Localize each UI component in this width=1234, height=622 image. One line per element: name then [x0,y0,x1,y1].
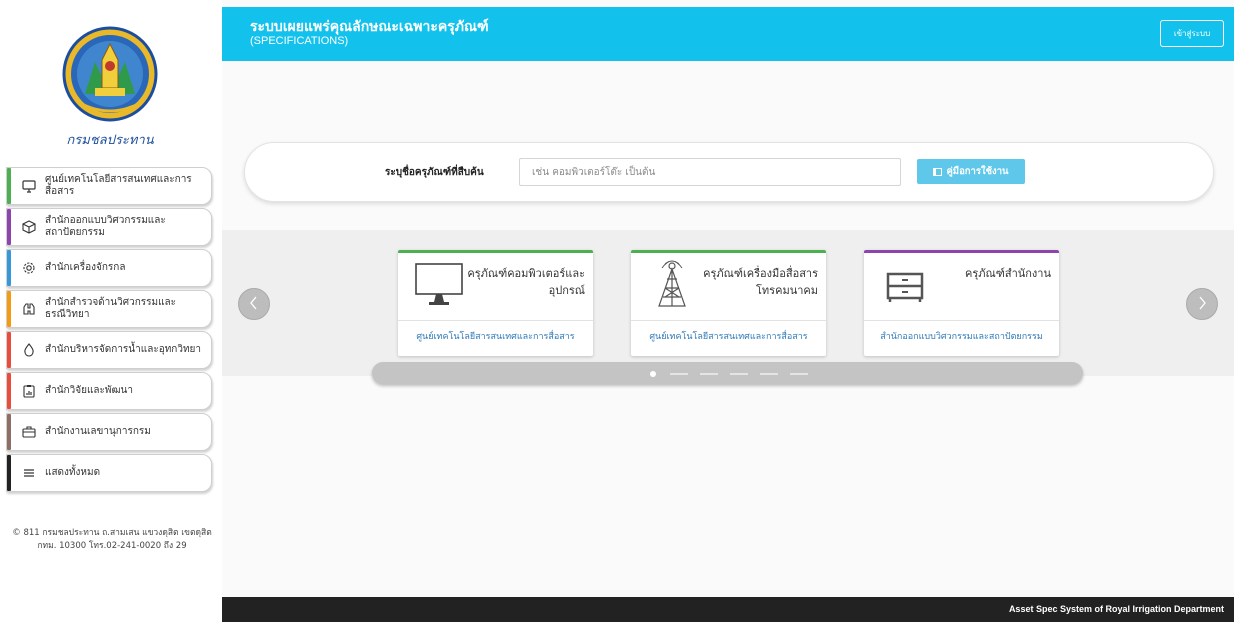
sidebar-item-accent [7,168,11,204]
sidebar-item-accent [7,373,11,409]
category-card-office[interactable]: ครุภัณฑ์สำนักงาน สำนักออกแบบวิศวกรรมและส… [864,250,1059,356]
card-divider [864,320,1059,321]
svg-text:กรมชลประทาน: กรมชลประทาน [66,133,154,148]
sidebar-item-secretariat[interactable]: สำนักงานเลขานุการกรม [6,413,212,451]
sidebar-item-label: สำนักวิจัยและพัฒนา [45,385,133,396]
computer-monitor-icon [412,260,466,310]
carousel-page-dash[interactable] [790,373,808,375]
clipboard-chart-icon [21,383,37,399]
search-input[interactable] [519,158,901,186]
sidebar-item-label: สำนักงานเลขานุการกรม [45,426,151,437]
sidebar-item-accent [7,332,11,368]
category-card-computer[interactable]: ครุภัณฑ์คอมพิวเตอร์และอุปกรณ์ ศูนย์เทคโน… [398,250,593,356]
card-title: ครุภัณฑ์เครื่องมือสื่อสารโทรคมนาคม [703,267,818,297]
manual-button[interactable]: คู่มือการใช้งาน [917,159,1025,184]
footer-text: Asset Spec System of Royal Irrigation De… [1008,604,1224,614]
carousel-prev-button[interactable] [238,288,270,320]
drawer-cabinet-icon [878,260,932,310]
page-title: ระบบเผยแพร่คุณลักษณะเฉพาะครุภัณฑ์ [250,18,489,34]
carousel-pagination [372,362,1083,384]
card-accent [631,250,826,253]
sidebar-item-label: แสดงทั้งหมด [45,467,101,478]
menu-icon [21,465,37,481]
sidebar-item-show-all[interactable]: แสดงทั้งหมด [6,454,212,492]
sidebar-item-label: สำนักเครื่องจักรกล [45,262,126,273]
carousel-next-button[interactable] [1186,288,1218,320]
sidebar-item-accent [7,291,11,327]
carousel-page-dash[interactable] [760,373,778,375]
card-accent [864,250,1059,253]
carousel-page-dot-active[interactable] [650,371,656,377]
card-divider [398,320,593,321]
sidebar-nav: ศูนย์เทคโนโลยีสารสนเทศและการสื่อสาร สำนั… [6,167,212,495]
sidebar-item-label: สำนักออกแบบวิศวกรรมและสถาปัตยกรรม [45,215,166,238]
card-divider [631,320,826,321]
sidebar-item-accent [7,455,11,491]
category-card-telecom[interactable]: ครุภัณฑ์เครื่องมือสื่อสารโทรคมนาคม ศูนย์… [631,250,826,356]
login-button[interactable]: เข้าสู่ระบบ [1160,20,1224,47]
manual-button-label: คู่มือการใช้งาน [946,166,1009,177]
page-subtitle: (SPECIFICATIONS) [250,35,349,47]
chevron-left-icon [248,295,260,314]
rid-logo[interactable]: กรมชลประทาน [50,22,170,152]
main-content: ระบบเผยแพร่คุณลักษณะเฉพาะครุภัณฑ์ (SPECI… [222,0,1234,622]
sidebar-item-machinery[interactable]: สำนักเครื่องจักรกล [6,249,212,287]
search-label: ระบุชื่อครุภัณฑ์ที่สืบค้น [385,167,484,178]
sidebar-item-accent [7,414,11,450]
book-icon [933,167,943,176]
search-panel: ระบุชื่อครุภัณฑ์ที่สืบค้น คู่มือการใช้งา… [244,142,1214,202]
footer-bar: Asset Spec System of Royal Irrigation De… [222,597,1234,622]
sidebar-item-label: สำนักสำรวจด้านวิศวกรรมและธรณีวิทยา [45,297,177,320]
binoculars-icon [21,301,37,317]
card-department-link[interactable]: สำนักออกแบบวิศวกรรมและสถาปัตยกรรม [864,329,1059,343]
address-line-2: กทม. 10300 โทร.02-241-0020 ถึง 29 [37,541,187,551]
card-title: ครุภัณฑ์คอมพิวเตอร์และอุปกรณ์ [467,267,585,297]
card-department-link[interactable]: ศูนย์เทคโนโลยีสารสนเทศและการสื่อสาร [631,329,826,343]
briefcase-icon [21,424,37,440]
sidebar-item-label: สำนักบริหารจัดการน้ำและอุทกวิทยา [45,344,202,355]
sidebar-item-ict[interactable]: ศูนย์เทคโนโลยีสารสนเทศและการสื่อสาร [6,167,212,205]
water-drop-icon [21,342,37,358]
sidebar: กรมชลประทาน ศูนย์เทคโนโลยีสารสนเทศและการ… [0,0,222,622]
sidebar-item-design[interactable]: สำนักออกแบบวิศวกรรมและสถาปัตยกรรม [6,208,212,246]
card-department-link[interactable]: ศูนย์เทคโนโลยีสารสนเทศและการสื่อสาร [398,329,593,343]
category-carousel: ครุภัณฑ์คอมพิวเตอร์และอุปกรณ์ ศูนย์เทคโน… [222,230,1234,384]
address-line-1: © 811 กรมชลประทาน ถ.สามเสน แขวงดุสิต เขต… [12,528,212,538]
cube-icon [21,219,37,235]
card-title: ครุภัณฑ์สำนักงาน [965,267,1051,280]
antenna-tower-icon [645,260,699,310]
gear-icon [21,260,37,276]
sidebar-item-accent [7,209,11,245]
sidebar-item-label: ศูนย์เทคโนโลยีสารสนเทศและการสื่อสาร [45,174,192,197]
chevron-right-icon [1196,295,1208,314]
monitor-icon [21,178,37,194]
sidebar-item-research[interactable]: สำนักวิจัยและพัฒนา [6,372,212,410]
carousel-page-dash[interactable] [730,373,748,375]
address-note: © 811 กรมชลประทาน ถ.สามเสน แขวงดุสิต เขต… [6,527,218,553]
sidebar-item-accent [7,250,11,286]
carousel-page-dash[interactable] [700,373,718,375]
top-header-bar: ระบบเผยแพร่คุณลักษณะเฉพาะครุภัณฑ์ (SPECI… [222,7,1234,61]
sidebar-item-water[interactable]: สำนักบริหารจัดการน้ำและอุทกวิทยา [6,331,212,369]
sidebar-item-survey[interactable]: สำนักสำรวจด้านวิศวกรรมและธรณีวิทยา [6,290,212,328]
carousel-page-dash[interactable] [670,373,688,375]
card-accent [398,250,593,253]
